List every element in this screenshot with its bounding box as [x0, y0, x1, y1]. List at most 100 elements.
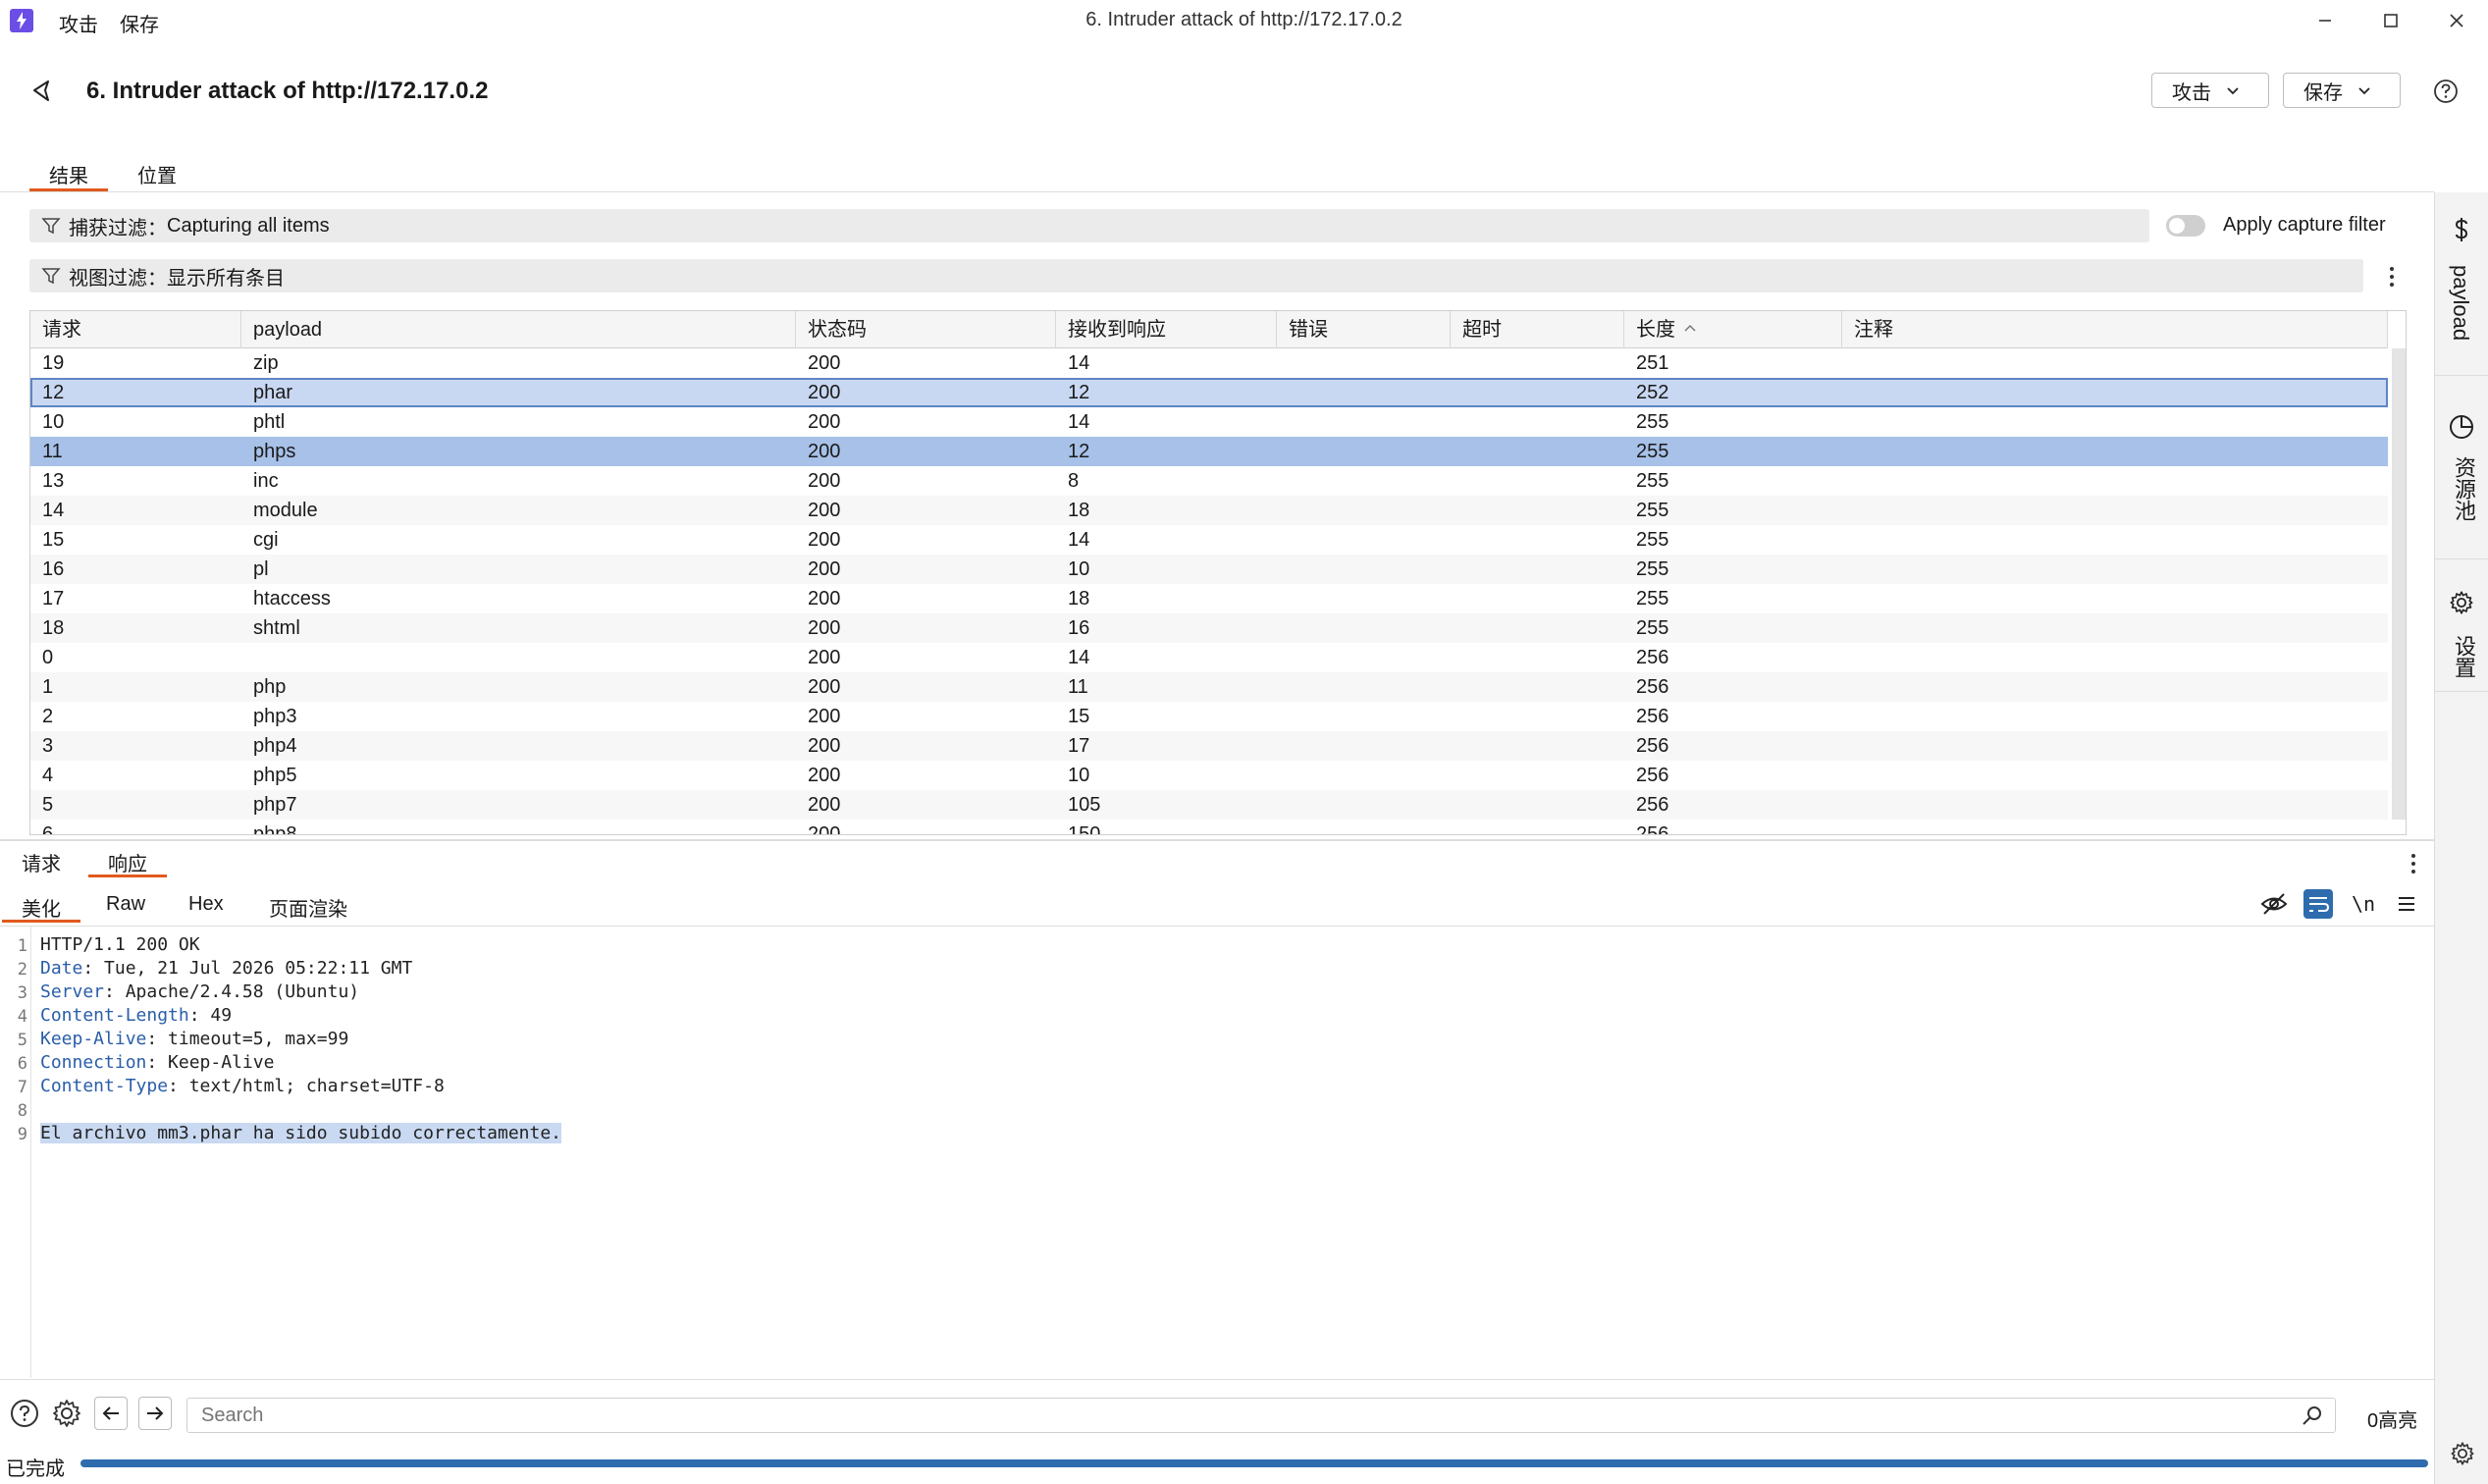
pane-splitter[interactable] — [0, 839, 2434, 841]
header-value: : text/html; charset=UTF-8 — [168, 1076, 445, 1096]
table-row[interactable]: 18 shtml 200 16 255 — [30, 613, 2388, 643]
dollar-icon — [2448, 216, 2475, 243]
tab-results[interactable]: 结果 — [29, 160, 108, 191]
word-wrap-icon[interactable] — [2303, 889, 2333, 919]
cell-status: 200 — [808, 676, 841, 698]
table-row[interactable]: 2 php3 200 15 256 — [30, 702, 2388, 731]
progress-fill — [80, 1459, 2428, 1467]
cell-comment — [1842, 643, 2388, 672]
header-col-comment[interactable]: 注释 — [1842, 311, 2388, 348]
subtab-render[interactable]: 页面渲染 — [249, 893, 367, 923]
back-icon[interactable] — [27, 77, 57, 106]
view-filter-bar[interactable]: 视图过滤： 显示所有条目 — [29, 259, 2363, 292]
settings-gear-icon[interactable] — [2449, 1440, 2476, 1467]
header-col-payload[interactable]: payload — [241, 311, 796, 348]
table-row[interactable]: 10 phtl 200 14 255 — [30, 407, 2388, 437]
table-row[interactable]: 12 phar 200 12 252 — [30, 378, 2388, 407]
help-icon[interactable] — [2431, 77, 2461, 106]
table-row[interactable]: 15 cgi 200 14 255 — [30, 525, 2388, 555]
cell-response-received: 105 — [1068, 794, 1101, 816]
cell-request: 12 — [42, 382, 65, 403]
table-row[interactable]: 3 php4 200 17 256 — [30, 731, 2388, 761]
progress-bar — [80, 1459, 2428, 1467]
cell-error — [1277, 466, 1451, 496]
table-row[interactable]: 0 200 14 256 — [30, 643, 2388, 672]
header-label: payload — [253, 319, 323, 341]
cell-length: 255 — [1636, 441, 1669, 462]
cell-payload: shtml — [253, 617, 300, 639]
cell-status: 200 — [808, 647, 841, 668]
menu-lines-icon[interactable] — [2392, 889, 2421, 919]
search-icon[interactable] — [2301, 1404, 2324, 1427]
header-value: : 49 — [188, 1005, 233, 1026]
header-col-timeout[interactable]: 超时 — [1451, 311, 1624, 348]
tab-request[interactable]: 请求 — [2, 848, 80, 877]
table-row[interactable]: 4 php5 200 10 256 — [30, 761, 2388, 790]
cell-length: 255 — [1636, 529, 1669, 551]
subtab-pretty[interactable]: 美化 — [2, 893, 80, 923]
cell-request: 6 — [42, 823, 54, 835]
more-options-icon[interactable] — [2387, 263, 2397, 291]
search-previous-icon[interactable] — [94, 1397, 128, 1430]
maximize-icon[interactable] — [2376, 6, 2406, 35]
tab-response[interactable]: 响应 — [88, 848, 167, 877]
table-row[interactable]: 1 php 200 11 256 — [30, 672, 2388, 702]
cell-status: 200 — [808, 765, 841, 786]
capture-filter-bar[interactable]: 捕获过滤： Capturing all items — [29, 209, 2149, 242]
sidebar-item-payload[interactable]: payload — [2434, 204, 2488, 376]
cell-error — [1277, 584, 1451, 613]
table-row[interactable]: 14 module 200 18 255 — [30, 496, 2388, 525]
header-col-status[interactable]: 状态码 — [796, 311, 1056, 348]
cell-timeout — [1451, 437, 1624, 466]
cell-length: 252 — [1636, 382, 1669, 403]
table-row[interactable]: 6 php8 200 150 256 — [30, 820, 2388, 835]
tab-positions[interactable]: 位置 — [118, 160, 196, 191]
results-table[interactable]: 请求 payload 状态码 接收到响应 错误 超时 长度 注释 19 zip 200 14 251 1… — [29, 310, 2407, 835]
help-icon[interactable] — [8, 1397, 41, 1430]
cell-length: 255 — [1636, 470, 1669, 492]
save-dropdown-button[interactable]: 保存 — [2283, 73, 2401, 108]
close-icon[interactable] — [2442, 6, 2471, 35]
cell-status: 200 — [808, 617, 841, 639]
subtab-hex[interactable]: Hex — [169, 893, 243, 923]
cell-request: 3 — [42, 735, 54, 757]
sidebar-item-resource-pool[interactable]: 资源池 — [2434, 388, 2488, 559]
header-col-response-received[interactable]: 接收到响应 — [1056, 311, 1277, 348]
cell-comment — [1842, 496, 2388, 525]
hide-non-printable-icon[interactable] — [2259, 889, 2289, 919]
cell-timeout — [1451, 613, 1624, 643]
response-editor[interactable]: 123456789 HTTP/1.1 200 OK Date: Tue, 21 J… — [0, 927, 2434, 1378]
settings-gear-icon[interactable] — [50, 1397, 83, 1430]
table-row[interactable]: 17 htaccess 200 18 255 — [30, 584, 2388, 613]
selected-body-text: El archivo mm3.phar ha sido subido corre… — [40, 1123, 562, 1143]
table-row[interactable]: 19 zip 200 14 251 — [30, 348, 2388, 378]
cell-response-received: 10 — [1068, 765, 1090, 786]
cell-error — [1277, 437, 1451, 466]
table-row[interactable]: 5 php7 200 105 256 — [30, 790, 2388, 820]
header-label: 长度 — [1636, 319, 1675, 341]
cell-response-received: 8 — [1068, 470, 1080, 492]
cell-payload: php4 — [253, 735, 297, 757]
header-col-request[interactable]: 请求 — [30, 311, 241, 348]
table-row[interactable]: 16 pl 200 10 255 — [30, 555, 2388, 584]
cell-request: 15 — [42, 529, 65, 551]
cell-payload: pl — [253, 558, 269, 580]
table-row[interactable]: 11 phps 200 12 255 — [30, 437, 2388, 466]
table-scrollbar[interactable] — [2392, 348, 2406, 820]
search-next-icon[interactable] — [138, 1397, 172, 1430]
show-newlines-icon[interactable]: \n — [2349, 889, 2378, 919]
sidebar-item-settings[interactable]: 设置 — [2434, 574, 2488, 692]
cell-comment — [1842, 555, 2388, 584]
attack-dropdown-button[interactable]: 攻击 — [2151, 73, 2269, 108]
minimize-icon[interactable] — [2310, 6, 2340, 35]
cell-timeout — [1451, 761, 1624, 790]
cell-timeout — [1451, 407, 1624, 437]
cell-payload: phps — [253, 441, 296, 462]
header-col-length[interactable]: 长度 — [1624, 311, 1842, 348]
header-col-error[interactable]: 错误 — [1277, 311, 1451, 348]
subtab-raw[interactable]: Raw — [86, 893, 165, 923]
search-input[interactable] — [186, 1398, 2336, 1433]
toggle-knob — [2169, 218, 2185, 234]
table-row[interactable]: 13 inc 200 8 255 — [30, 466, 2388, 496]
more-options-icon[interactable] — [2409, 850, 2418, 877]
